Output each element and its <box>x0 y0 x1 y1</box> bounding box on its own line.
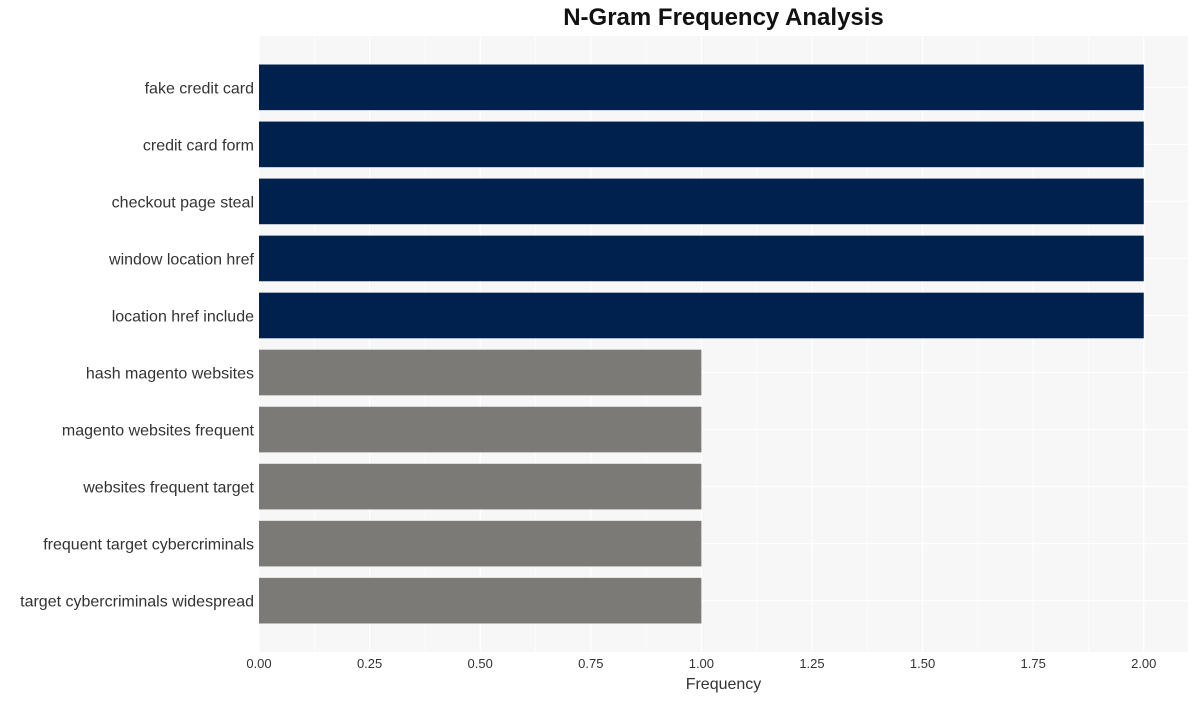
bar[interactable] <box>259 292 1144 339</box>
y-tick-label: websites frequent target <box>82 480 254 497</box>
x-tick-label: 0.25 <box>357 656 382 671</box>
bar[interactable] <box>259 64 1144 111</box>
y-tick-label: magento websites frequent <box>62 423 255 440</box>
x-tick-label: 1.00 <box>689 656 714 671</box>
x-tick-label: 0.75 <box>578 656 603 671</box>
x-tick-label: 1.75 <box>1021 656 1046 671</box>
y-tick-label: target cybercriminals widespread <box>20 594 254 611</box>
x-tick-label: 0.50 <box>468 656 493 671</box>
x-tick-label: 2.00 <box>1131 656 1156 671</box>
bar[interactable] <box>259 349 702 396</box>
bar-chart: fake credit card credit card form checkout… <box>20 36 1188 693</box>
bar[interactable] <box>259 178 1144 225</box>
x-tick-label: 1.25 <box>799 656 824 671</box>
y-tick-label: checkout page steal <box>112 194 254 211</box>
y-tick-label: credit card form <box>143 137 254 154</box>
y-tick-label: fake credit card <box>145 80 254 97</box>
bar[interactable] <box>259 463 702 510</box>
bar[interactable] <box>259 121 1144 168</box>
x-tick-label: 1.50 <box>910 656 935 671</box>
y-tick-label: location href include <box>112 308 254 325</box>
bar[interactable] <box>259 406 702 453</box>
bar[interactable] <box>259 235 1144 282</box>
x-tick-label: 0.00 <box>246 656 271 671</box>
y-tick-label: window location href <box>108 251 255 268</box>
y-tick-label: hash magento websites <box>86 366 254 383</box>
bar[interactable] <box>259 520 702 567</box>
bar[interactable] <box>259 577 702 624</box>
x-axis-label: Frequency <box>686 676 762 693</box>
y-tick-label: frequent target cybercriminals <box>43 537 254 554</box>
